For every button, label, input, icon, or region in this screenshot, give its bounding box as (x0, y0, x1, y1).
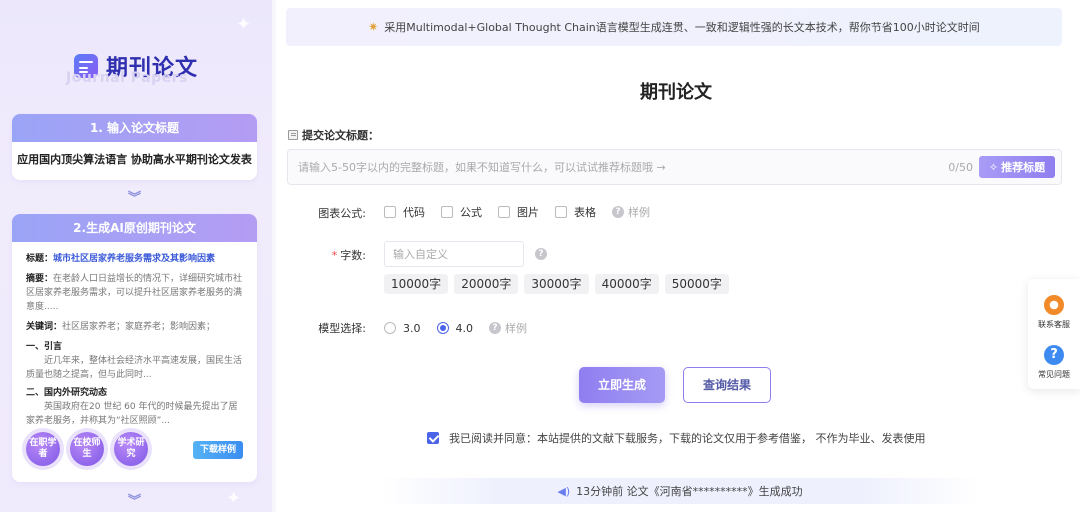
charts-sample-link[interactable]: ? 样例 (612, 204, 650, 220)
model-option-label: 3.0 (403, 321, 421, 335)
sample-abstract-text: 在老龄人口日益增长的情况下，详细研究城市社区居家养老服务需求，可以提升社区居家养… (26, 274, 243, 312)
title-input[interactable] (298, 150, 938, 184)
option-table[interactable]: 表格 (555, 204, 596, 220)
recommend-title-label: 推荐标题 (1001, 161, 1046, 174)
step2-header: 2.生成AI原创期刊论文 (12, 214, 257, 242)
contact-service-label: 联系客服 (1038, 320, 1070, 329)
option-label: 公式 (460, 206, 482, 219)
charts-options: 代码 公式 图片 表格 ? 样例 (384, 204, 650, 220)
notice-text: 13分钟前 论文《河南省**********》生成成功 (576, 485, 803, 498)
radio-selected[interactable] (436, 322, 449, 334)
checkbox[interactable] (384, 206, 396, 218)
model-option-3[interactable]: 3.0 (384, 322, 421, 335)
wordcount-label-text: 字数: (340, 249, 366, 262)
preset-50000[interactable]: 50000字 (664, 274, 729, 294)
help-icon[interactable]: ? (535, 248, 547, 260)
preset-40000[interactable]: 40000字 (594, 274, 659, 294)
left-panel: ✦ ✦ 期刊论文 Journal Papers 1. 输入论文标题 应用国内顶尖… (0, 0, 272, 512)
title-input-box: 0/50 ✧ 推荐标题 (287, 149, 1062, 185)
main-panel: ✷ 采用Multimodal+Global Thought Chain语言模型生… (276, 0, 1080, 512)
sample-label: 样例 (628, 206, 650, 219)
recommend-title-button[interactable]: ✧ 推荐标题 (979, 156, 1055, 178)
sample-section2-title: 二、国内外研究动态 (26, 388, 108, 398)
agreement[interactable]: 我已阅读并同意：本站提供的文献下载服务，下载的论文仅用于参考借鉴， 不作为毕业、… (427, 430, 926, 446)
help-icon: ? (489, 322, 501, 334)
sample-section1-title: 一、引言 (26, 342, 63, 352)
generation-notice: ◀) 13分钟前 论文《河南省**********》生成成功 (380, 478, 980, 504)
faq-label: 常见问题 (1038, 370, 1070, 379)
document-icon (288, 130, 298, 140)
audience-badges: 在职学者 在校师生 学术研究 (26, 432, 148, 466)
sparkle-icon: ✦ (236, 14, 252, 35)
sample-preview: 标题：城市社区居家养老服务需求及其影响因素 摘要：在老龄人口日益增长的情况下，详… (12, 242, 257, 438)
step2-card: 2.生成AI原创期刊论文 标题：城市社区居家养老服务需求及其影响因素 摘要：在老… (12, 214, 257, 482)
faq-button[interactable]: ? 常见问题 (1028, 345, 1080, 380)
speaker-icon: ◀) (557, 484, 571, 498)
model-label: 模型选择: (318, 322, 366, 335)
title-char-counter: 0/50 (948, 161, 973, 174)
contact-service-button[interactable]: 联系客服 (1028, 295, 1080, 330)
option-label: 代码 (403, 206, 425, 219)
sample-section2-text: 英国政府在20 世纪 60 年代的时候最先提出了居家养老服务，并称其为“社区照顾… (26, 402, 238, 426)
wordcount-presets: 10000字 20000字 30000字 40000字 50000字 (384, 274, 729, 294)
preset-30000[interactable]: 30000字 (524, 274, 589, 294)
option-image[interactable]: 图片 (498, 204, 539, 220)
preset-10000[interactable]: 10000字 (384, 274, 449, 294)
model-sample-link[interactable]: ? 样例 (489, 320, 527, 336)
wordcount-label: * 字数: (331, 249, 366, 262)
banner-text: 采用Multimodal+Global Thought Chain语言模型生成连… (384, 21, 980, 34)
model-options: 3.0 4.0 ? 样例 (384, 320, 527, 336)
help-icon: ? (612, 206, 624, 218)
info-banner: ✷ 采用Multimodal+Global Thought Chain语言模型生… (286, 8, 1062, 46)
sparkle-icon: ✧ (988, 160, 999, 174)
model-option-4[interactable]: 4.0 (436, 321, 474, 335)
sample-abstract-label: 摘要： (26, 274, 54, 284)
option-label: 图片 (517, 206, 539, 219)
preset-20000[interactable]: 20000字 (454, 274, 519, 294)
model-option-label: 4.0 (455, 321, 474, 335)
wordcount-input-box (384, 241, 524, 267)
checkbox[interactable] (441, 206, 453, 218)
sample-keywords-label: 关键词： (26, 322, 63, 332)
brand-subtitle: Journal Papers (66, 70, 188, 86)
sample-title-value: 城市社区居家养老服务需求及其影响因素 (53, 254, 216, 264)
title-field-label-text: 提交论文标题： (302, 129, 379, 142)
agreement-checkbox[interactable] (427, 432, 439, 444)
query-results-button[interactable]: 查询结果 (683, 367, 771, 403)
step1-card: 1. 输入论文标题 应用国内顶尖算法语言 协助高水平期刊论文发表 (12, 114, 257, 180)
option-code[interactable]: 代码 (384, 204, 425, 220)
option-label: 表格 (574, 206, 596, 219)
chevron-down-icon: ︾ (128, 191, 142, 206)
radio[interactable] (384, 322, 396, 334)
agreement-text: 我已阅读并同意：本站提供的文献下载服务，下载的论文仅用于参考借鉴， 不作为毕业、… (449, 432, 926, 445)
checkbox[interactable] (498, 206, 510, 218)
badge-scholar: 在职学者 (26, 432, 60, 466)
sparkle-icon: ✦ (226, 488, 242, 509)
sample-keywords-text: 社区居家养老；家庭养老；影响因素； (62, 322, 216, 332)
download-sample-button[interactable]: 下载样例 (193, 441, 243, 459)
charts-label: 图表公式: (318, 207, 366, 220)
badge-student: 在校师生 (70, 432, 104, 466)
page-title: 期刊论文 (640, 82, 712, 103)
step1-header: 1. 输入论文标题 (12, 114, 257, 142)
wordcount-input[interactable] (393, 242, 519, 266)
option-formula[interactable]: 公式 (441, 204, 482, 220)
step1-text: 应用国内顶尖算法语言 协助高水平期刊论文发表 (17, 153, 252, 166)
sample-section1-text: 近几年来，整体社会经济水平高速发展，国民生活质量也随之提高，但与此同时... (26, 356, 243, 380)
chevron-down-icon: ︾ (128, 494, 142, 509)
question-icon: ? (1044, 345, 1064, 365)
party-icon: ✷ (368, 20, 379, 34)
sample-title-label: 标题： (26, 254, 54, 264)
checkbox[interactable] (555, 206, 567, 218)
generate-button[interactable]: 立即生成 (579, 367, 665, 403)
sample-label: 样例 (505, 322, 527, 335)
badge-research: 学术研究 (114, 432, 148, 466)
title-field-label: 提交论文标题： (288, 127, 379, 143)
customer-service-icon (1044, 295, 1064, 315)
floating-help-panel: 联系客服 ? 常见问题 (1028, 279, 1080, 389)
